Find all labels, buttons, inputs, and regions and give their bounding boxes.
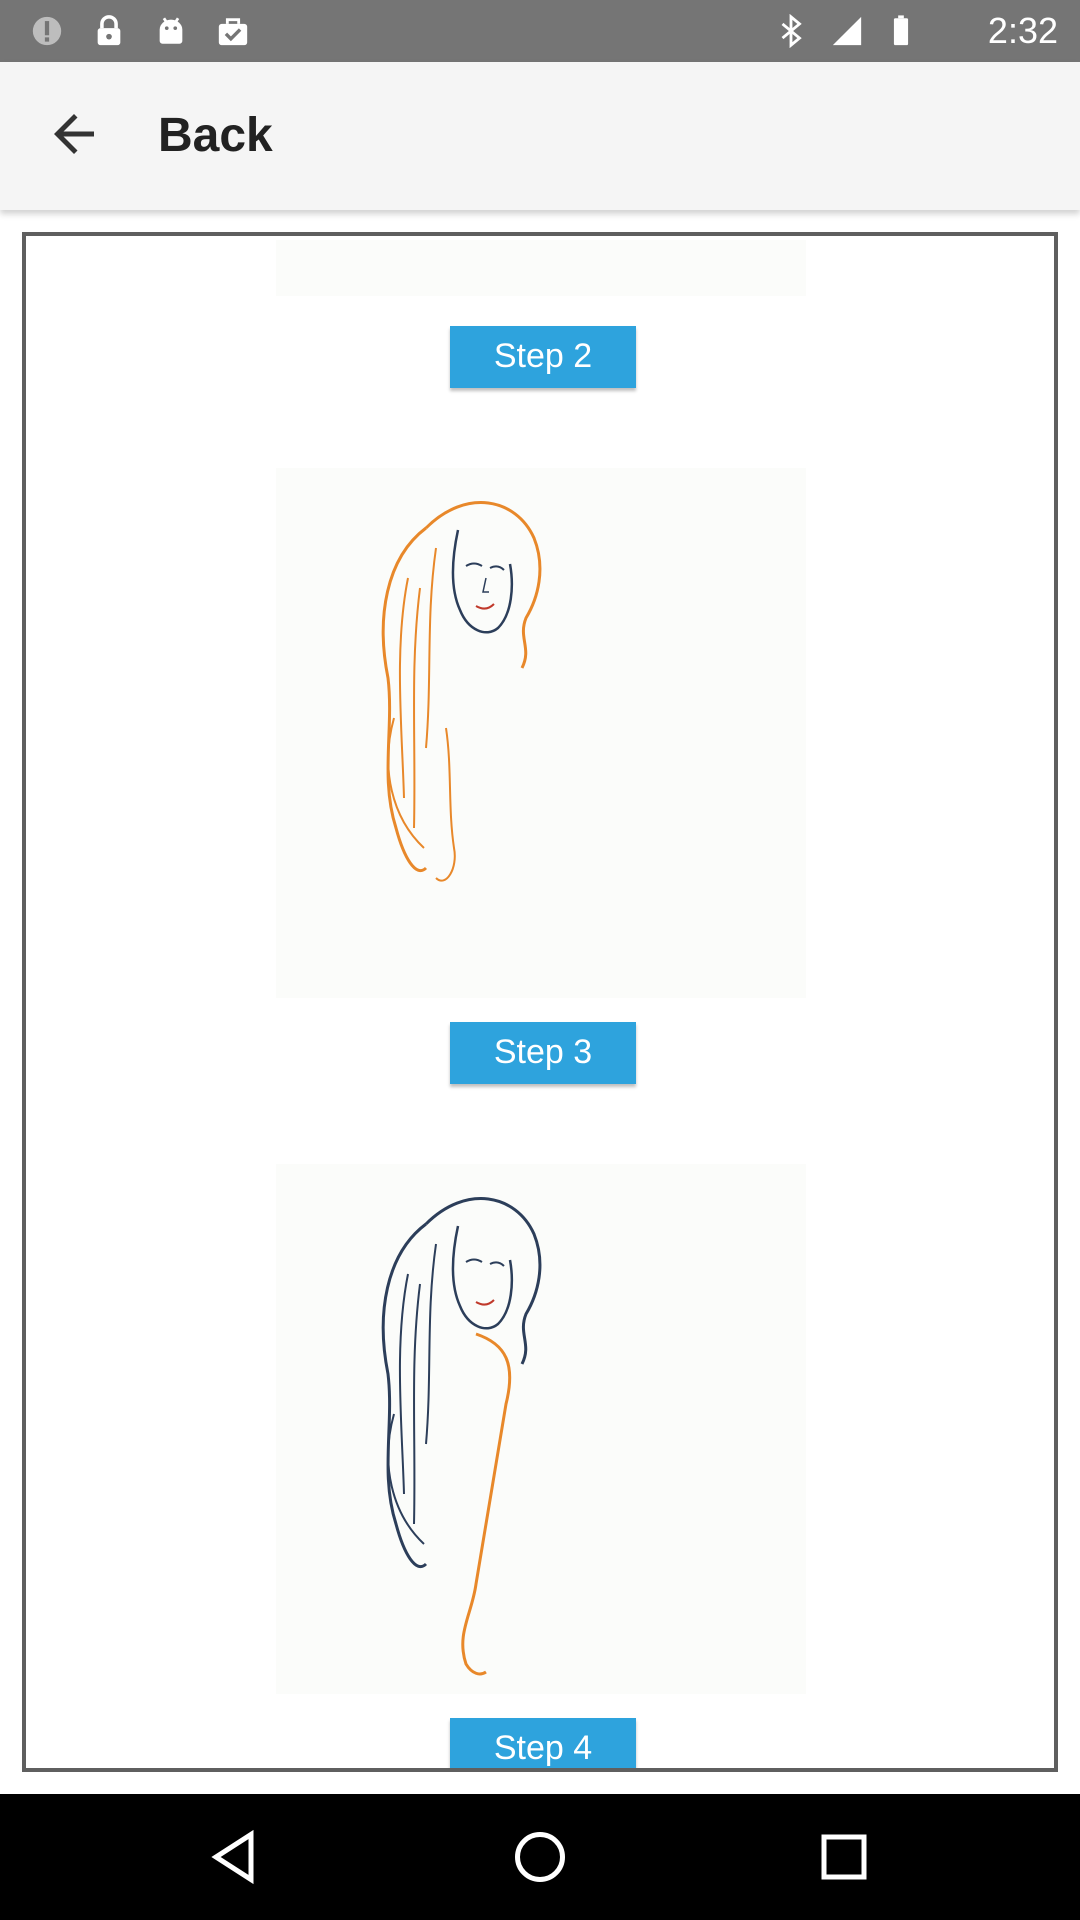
step-4-button[interactable]: Step 4	[450, 1718, 636, 1768]
home-circle-icon[interactable]	[510, 1827, 570, 1887]
app-bar: Back	[0, 62, 1080, 210]
step-4-illustration	[276, 1164, 806, 1694]
lock-icon	[97, 15, 121, 46]
step-3-illustration	[276, 468, 806, 998]
arrow-left-icon[interactable]	[44, 104, 104, 164]
page-title[interactable]: Back	[158, 106, 273, 166]
android-icon	[159, 17, 183, 44]
signal-icon	[832, 16, 862, 46]
battery-icon	[893, 15, 909, 46]
recents-square-icon[interactable]	[814, 1827, 874, 1887]
clock: 2:32	[987, 10, 1058, 51]
step-3-button[interactable]: Step 3	[450, 1022, 636, 1084]
info-icon	[32, 16, 62, 46]
woman-sketch-orange-hair	[381, 501, 542, 882]
step-2-button[interactable]: Step 2	[450, 326, 636, 388]
navigation-bar	[0, 1794, 1080, 1920]
steps-scroll-frame[interactable]: Step 2 Step 3 Step 4	[22, 232, 1058, 1772]
content-area[interactable]: Step 2 Step 3 Step 4	[0, 210, 1080, 1794]
briefcase-check-icon	[218, 18, 248, 46]
back-triangle-icon[interactable]	[206, 1827, 266, 1887]
bluetooth-icon	[781, 14, 802, 48]
step-2-illustration	[276, 240, 806, 296]
status-bar: 2:32	[0, 0, 1080, 62]
woman-sketch-blue-hair	[381, 1197, 542, 1676]
